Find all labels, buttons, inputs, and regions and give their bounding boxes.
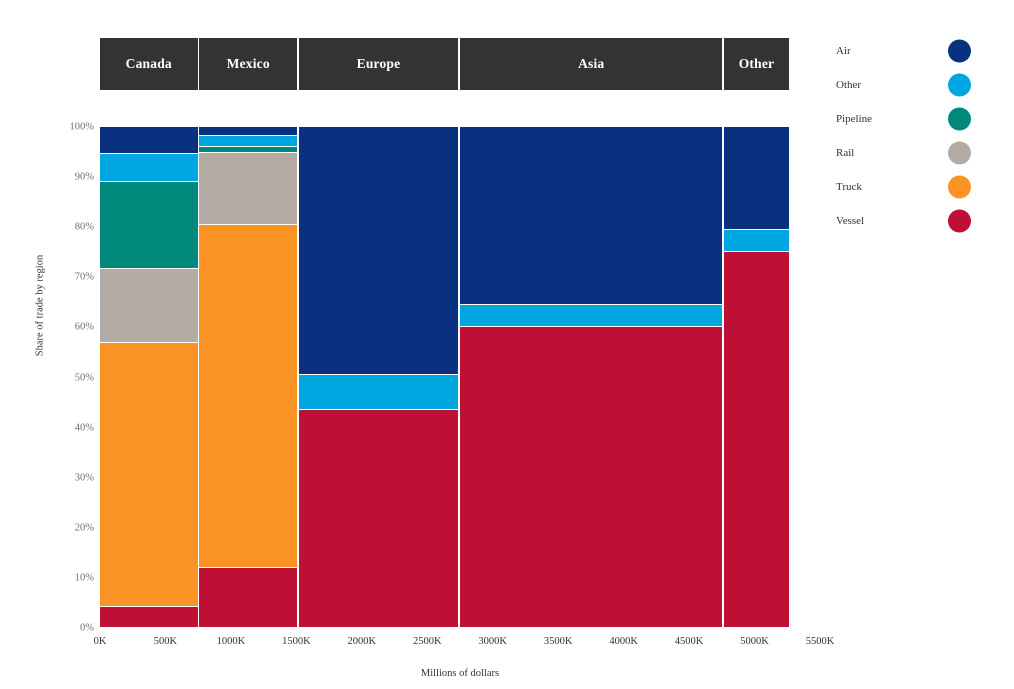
legend-swatch-icon (948, 141, 971, 165)
mosaic-segment-other-vessel[interactable] (724, 252, 789, 628)
mosaic-segment-mexico-rail[interactable] (199, 153, 297, 225)
legend-swatch-icon (948, 175, 971, 199)
y-tick-label: 0% (80, 622, 94, 634)
mosaic-segment-mexico-air[interactable] (199, 127, 297, 137)
legend-label: Pipeline (836, 113, 873, 125)
plot-area (100, 127, 790, 628)
legend-label: Truck (836, 181, 862, 193)
region-header-mexico[interactable]: Mexico (199, 38, 297, 90)
legend-swatch-icon (948, 107, 971, 131)
mosaic-segment-europe-vessel[interactable] (298, 409, 459, 628)
legend-item-truck[interactable]: Truck (836, 170, 986, 204)
x-axis-ticks: 0K 500K 1000K 1500K 2000K 2500K 3000K 3500K 4000… (94, 636, 835, 656)
region-header-canada[interactable]: Canada (100, 38, 198, 90)
legend-swatch-icon (948, 209, 971, 233)
mosaic-segment-asia-other[interactable] (460, 304, 723, 327)
mosaic-segment-europe-other[interactable] (298, 375, 459, 410)
x-axis-title: Millions of dollars (420, 668, 500, 679)
legend-label: Rail (836, 147, 855, 159)
mosaic-segment-other-air[interactable] (724, 127, 789, 230)
mosaic-segment-asia-air[interactable] (460, 127, 723, 305)
region-header-band: Canada Mexico Europe Asia Other (100, 38, 790, 90)
mosaic-segment-mexico-vessel[interactable] (199, 568, 297, 628)
y-tick-label: 30% (74, 472, 94, 484)
region-header-europe[interactable]: Europe (298, 38, 459, 90)
mosaic-column-asia (460, 127, 723, 628)
y-axis-title: Share of trade by region (34, 254, 46, 357)
mosaic-segment-canada-truck[interactable] (100, 343, 198, 607)
mosaic-segment-canada-other[interactable] (100, 154, 198, 183)
mosaic-column-other (724, 127, 789, 628)
mosaic-segment-mexico-truck[interactable] (199, 224, 297, 569)
legend-swatch-icon (948, 39, 971, 63)
mosaic-segment-other-other[interactable] (724, 229, 789, 253)
mosaic-segment-canada-air[interactable] (100, 127, 198, 155)
region-header-other[interactable]: Other (724, 38, 789, 90)
legend-label: Vessel (836, 215, 865, 227)
mosaic-column-mexico (199, 127, 297, 628)
legend-item-pipeline[interactable]: Pipeline (836, 102, 986, 136)
legend-item-vessel[interactable]: Vessel (836, 204, 986, 238)
y-tick-label: 40% (74, 422, 94, 434)
mosaic-column-canada (100, 127, 198, 628)
legend-label: Air (836, 45, 851, 57)
legend: Air Other Pipeline Rail Truck Vessel (836, 34, 986, 238)
y-tick-label: 10% (74, 572, 94, 584)
mosaic-segment-canada-vessel[interactable] (100, 606, 198, 628)
mosaic-segment-europe-air[interactable] (298, 127, 459, 376)
mosaic-segment-mexico-other[interactable] (199, 136, 297, 148)
legend-swatch-icon (948, 73, 971, 97)
region-header-asia[interactable]: Asia (460, 38, 723, 90)
mosaic-segment-asia-vessel[interactable] (460, 326, 723, 628)
legend-item-air[interactable]: Air (836, 34, 986, 68)
mosaic-segment-canada-pipeline[interactable] (100, 182, 198, 270)
y-tick-label: 90% (74, 171, 94, 183)
legend-label: Other (836, 79, 862, 91)
mosaic-column-europe (298, 127, 459, 628)
mosaic-chart: Canada Mexico Europe Asia Other 0% 10% 20% 30% 4… (0, 0, 1014, 689)
mosaic-segment-canada-rail[interactable] (100, 269, 198, 344)
legend-item-other[interactable]: Other (836, 68, 986, 102)
y-tick-label: 100% (69, 121, 95, 133)
y-tick-label: 20% (74, 522, 94, 534)
legend-item-rail[interactable]: Rail (836, 136, 986, 170)
x-tick-label: 5500K (805, 636, 835, 647)
